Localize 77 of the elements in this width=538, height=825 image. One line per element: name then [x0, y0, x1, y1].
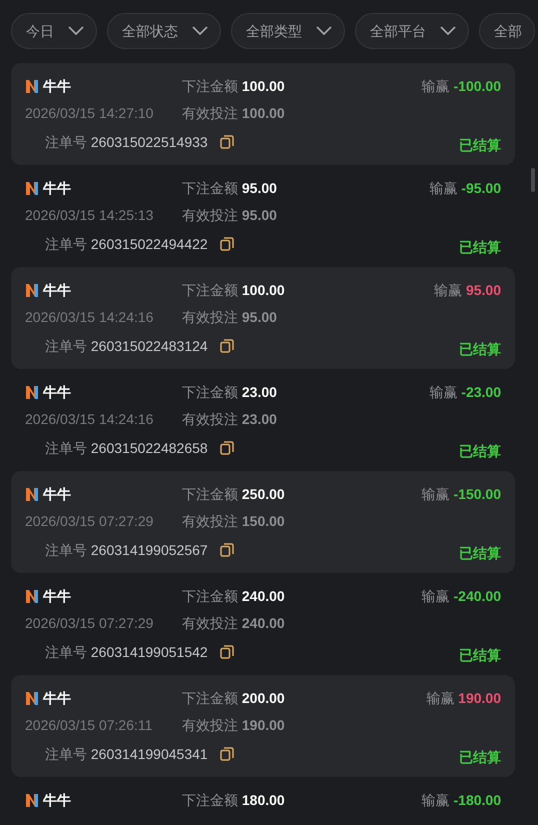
- filter-dropdown[interactable]: 全部状态: [107, 13, 221, 49]
- status-label: 已结算: [459, 238, 501, 256]
- bet-amount: 下注金额 23.00: [182, 383, 277, 402]
- game-name: 牛牛: [43, 179, 71, 198]
- game-logo-icon: [25, 385, 39, 400]
- scrollbar[interactable]: [531, 168, 535, 192]
- game-logo-icon: [25, 793, 39, 808]
- game-name: 牛牛: [43, 77, 71, 96]
- game-name: 牛牛: [43, 383, 71, 402]
- filter-dropdown[interactable]: 全部类型: [231, 13, 345, 49]
- bet-amount: 下注金额 100.00: [182, 281, 285, 300]
- chevron-down-icon: [192, 26, 208, 36]
- order-number: 注单号 260315022482658: [45, 438, 208, 458]
- filter-dropdown[interactable]: 今日: [11, 13, 97, 49]
- bet-amount: 下注金额 180.00: [182, 791, 285, 810]
- order-number: 注单号 260314199051542: [45, 642, 208, 662]
- win-loss: 输赢 190.00: [426, 689, 501, 708]
- game-logo-icon: [25, 589, 39, 604]
- win-loss: 输赢 -100.00: [422, 77, 501, 96]
- game-logo-icon: [25, 691, 39, 706]
- game-name: 牛牛: [43, 281, 71, 300]
- win-loss: 输赢 -180.00: [422, 791, 501, 810]
- bet-amount: 下注金额 250.00: [182, 485, 285, 504]
- copy-icon[interactable]: [220, 237, 234, 251]
- order-number: 注单号 260315022494422: [45, 234, 208, 254]
- bet-time: 2026/03/15 07:27:29: [25, 614, 154, 633]
- valid-bet: 有效投注 190.00: [182, 716, 285, 735]
- bet-time: 2026/03/15 07:26:11: [25, 716, 154, 735]
- bet-amount: 下注金额 100.00: [182, 77, 285, 96]
- chevron-down-icon: [316, 26, 332, 36]
- bet-time: 2026/03/15 14:24:16: [25, 410, 154, 429]
- order-number: 注单号 260314199052567: [45, 540, 208, 560]
- win-loss: 输赢 -23.00: [429, 383, 501, 402]
- chevron-down-icon: [68, 26, 84, 36]
- bet-time: 2026/03/15 14:25:13: [25, 206, 154, 225]
- valid-bet: 有效投注 95.00: [182, 206, 277, 225]
- bet-time: 2026/03/15 14:27:10: [25, 104, 154, 123]
- copy-icon[interactable]: [220, 135, 234, 149]
- copy-icon[interactable]: [220, 645, 234, 659]
- copy-icon[interactable]: [220, 543, 234, 557]
- game-logo-icon: [25, 79, 39, 94]
- bet-amount: 下注金额 200.00: [182, 689, 285, 708]
- filter-dropdown[interactable]: 全部平台: [355, 13, 469, 49]
- win-loss: 输赢 -240.00: [422, 587, 501, 606]
- valid-bet: 有效投注 23.00: [182, 410, 277, 429]
- order-number: 注单号 260315022483124: [45, 336, 208, 356]
- win-loss: 输赢 -95.00: [429, 179, 501, 198]
- order-number: 注单号 260315022514933: [45, 132, 208, 152]
- copy-icon[interactable]: [220, 747, 234, 761]
- game-name: 牛牛: [43, 689, 71, 708]
- game-name: 牛牛: [43, 587, 71, 606]
- game-logo-icon: [25, 487, 39, 502]
- status-label: 已结算: [459, 442, 501, 460]
- chevron-down-icon: [440, 26, 456, 36]
- game-name: 牛牛: [43, 791, 71, 810]
- order-number: 注单号 260314199045341: [45, 744, 208, 764]
- win-loss: 输赢 -150.00: [422, 485, 501, 504]
- status-label: 已结算: [459, 136, 501, 154]
- status-label: 已结算: [459, 646, 501, 664]
- game-logo-icon: [25, 181, 39, 196]
- valid-bet: 有效投注 240.00: [182, 614, 285, 633]
- status-label: 已结算: [459, 340, 501, 358]
- game-logo-icon: [25, 283, 39, 298]
- bet-amount: 下注金额 240.00: [182, 587, 285, 606]
- bet-amount: 下注金额 95.00: [182, 179, 277, 198]
- valid-bet: 有效投注 100.00: [182, 104, 285, 123]
- game-name: 牛牛: [43, 485, 71, 504]
- filter-dropdown[interactable]: 全部: [479, 13, 535, 49]
- copy-icon[interactable]: [220, 441, 234, 455]
- valid-bet: 有效投注 95.00: [182, 308, 277, 327]
- bet-time: 2026/03/15 14:24:16: [25, 308, 154, 327]
- status-label: 已结算: [459, 544, 501, 562]
- copy-icon[interactable]: [220, 339, 234, 353]
- win-loss: 输赢 95.00: [434, 281, 501, 300]
- status-label: 已结算: [459, 748, 501, 766]
- valid-bet: 有效投注 150.00: [182, 512, 285, 531]
- bet-time: 2026/03/15 07:27:29: [25, 512, 154, 531]
